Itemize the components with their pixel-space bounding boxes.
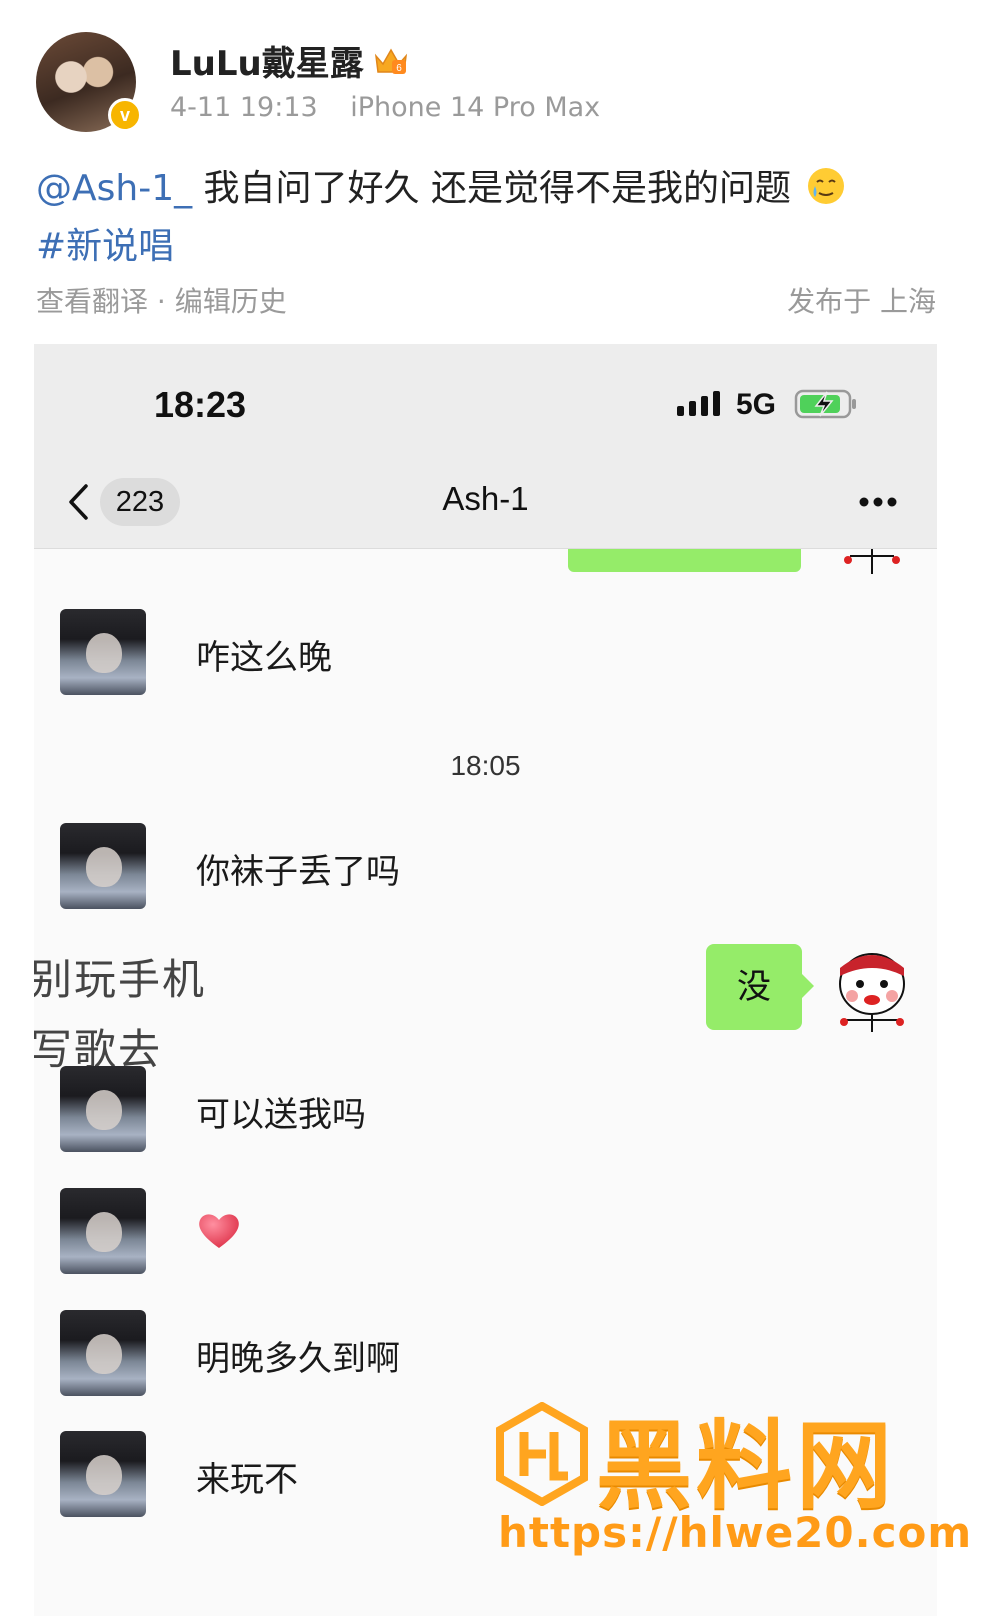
- overlay-caption-line: 别玩手机: [34, 955, 207, 1004]
- verified-badge-icon: v: [108, 98, 142, 132]
- username[interactable]: LuLu戴星露: [170, 36, 364, 85]
- time-divider: 18:05: [450, 750, 521, 781]
- my-reply-bubble[interactable]: 没: [706, 944, 814, 1030]
- username-row: LuLu戴星露 6: [170, 36, 410, 85]
- mention-link[interactable]: @Ash-1_: [36, 168, 192, 209]
- hashtag-link[interactable]: #新说唱: [36, 226, 174, 267]
- message-text: 咋这么晚: [196, 638, 332, 678]
- translate-edit-history[interactable]: 查看翻译 · 编辑历史: [36, 280, 287, 320]
- post-body: @Ash-1_ 我自问了好久 还是觉得不是我的问题 #新说唱: [36, 160, 966, 276]
- contact-avatar[interactable]: [60, 1310, 146, 1396]
- message-text: 明晚多久到啊: [196, 1339, 400, 1379]
- more-options-icon[interactable]: [858, 496, 898, 508]
- chat-title: Ash-1: [442, 480, 529, 517]
- message-text: 可以送我吗: [196, 1095, 366, 1135]
- chat-header: 18:23 5G 223 Ash-1: [34, 344, 937, 549]
- battery-charging-icon: [794, 389, 856, 419]
- watermark-title: 黑料网: [596, 1410, 896, 1522]
- signal-icon: [677, 391, 720, 416]
- post-timestamp: 4-11 19:13: [170, 92, 318, 123]
- crown-badge-icon: 6: [374, 47, 407, 74]
- contact-avatar[interactable]: [60, 1431, 146, 1517]
- message-text: 你袜子丢了吗: [196, 852, 400, 892]
- contact-avatar[interactable]: [60, 823, 146, 909]
- contact-avatar[interactable]: [60, 1188, 146, 1274]
- watermark-url: https://hlwe20.com: [498, 1508, 973, 1557]
- message-text: 来玩不: [196, 1460, 298, 1500]
- svg-text:6: 6: [396, 63, 402, 74]
- contact-avatar[interactable]: [60, 1066, 146, 1152]
- post-actions: 查看翻译 · 编辑历史 发布于 上海: [36, 280, 936, 320]
- status-time: 18:23: [154, 384, 247, 425]
- post-meta: 4-11 19:13 iPhone 14 Pro Max: [170, 92, 600, 123]
- post-text: 我自问了好久 还是觉得不是我的问题: [203, 168, 791, 209]
- watermark-logo-icon: [496, 1402, 588, 1506]
- post-location: 发布于 上海: [787, 285, 936, 318]
- my-avatar[interactable]: [830, 942, 914, 1032]
- network-label: 5G: [736, 388, 777, 421]
- crying-smile-emoji-icon: [808, 168, 845, 204]
- contact-avatar[interactable]: [60, 609, 146, 695]
- post-device: iPhone 14 Pro Max: [350, 92, 601, 123]
- heart-icon: [199, 1214, 239, 1248]
